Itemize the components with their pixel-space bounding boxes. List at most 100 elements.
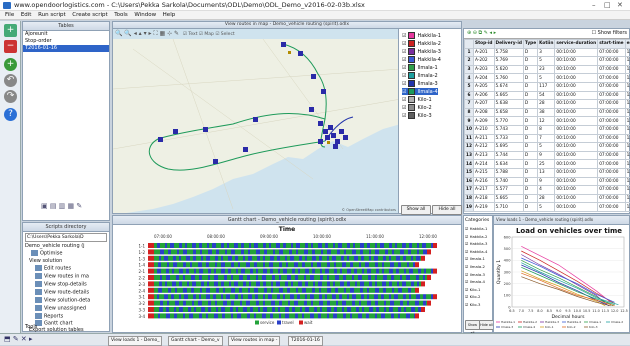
menu-file[interactable]: File (5, 11, 14, 20)
table-cell[interactable]: 12:00:00 (625, 143, 630, 152)
table-cell[interactable]: 00:10:00 (555, 203, 598, 212)
delete-table-icon[interactable]: − (4, 40, 17, 53)
table-cell[interactable]: A-201 (473, 48, 494, 57)
table-cell[interactable]: 00:10:00 (555, 125, 598, 134)
table-cell[interactable]: D (523, 57, 537, 66)
table-cell[interactable]: A-203 (473, 65, 494, 74)
table-cell[interactable]: 00:10:00 (555, 177, 598, 186)
category-checkbox[interactable]: ☑ Ilmala-3 (464, 271, 492, 279)
table-cell[interactable]: 07:00:00 (598, 48, 625, 57)
categories-hide-all-button[interactable]: Hide all (479, 320, 494, 330)
table-row[interactable]: 14A-2145.634D2500:10:0007:00:0012:00:00 (465, 160, 630, 169)
layer-visible-checkbox[interactable]: ☑ (402, 41, 406, 47)
table-cell[interactable]: 3 (465, 65, 474, 74)
table-cell[interactable]: 10 (465, 125, 474, 134)
table-row[interactable]: 9A-2095.770D1200:10:0007:00:0012:00:00 (465, 117, 630, 126)
category-checkbox[interactable]: ☑ Hakkila-1 (464, 225, 492, 233)
table-cell[interactable]: 00:10:00 (555, 82, 598, 91)
table-row[interactable]: 7A-2075.638D2800:10:0007:00:0012:00:00 (465, 100, 630, 109)
table-cell[interactable]: D (523, 143, 537, 152)
table-cell[interactable]: 12:00:00 (625, 168, 630, 177)
table-cell[interactable]: A-211 (473, 134, 494, 143)
gantt-chart[interactable]: 07:00:0008:00:0009:00:0010:00:0011:00:00… (113, 233, 461, 329)
table-cell[interactable]: 07:00:00 (598, 125, 625, 134)
gantt-row-bar[interactable] (148, 256, 425, 261)
table-cell[interactable]: 5.758 (494, 48, 523, 57)
table-cell[interactable]: D (523, 108, 537, 117)
column-header[interactable]: start-time (598, 40, 625, 49)
new-table-icon[interactable]: + (4, 24, 17, 37)
table-cell[interactable]: 5 (538, 203, 555, 212)
table-cell[interactable]: 00:10:00 (555, 151, 598, 160)
tree-optimise[interactable]: Optimise (31, 250, 62, 258)
tree-view-route-details[interactable]: View route-details (35, 289, 89, 297)
table-cell[interactable]: 4 (465, 74, 474, 83)
table-cell[interactable]: 12:00:00 (625, 108, 630, 117)
table-cell[interactable]: 07:00:00 (598, 168, 625, 177)
table-cell[interactable]: D (523, 151, 537, 160)
table-cell[interactable]: 17 (465, 186, 474, 195)
table-cell[interactable]: 00:10:00 (555, 168, 598, 177)
table-cell[interactable]: 12:00:00 (625, 100, 630, 109)
table-cell[interactable]: 00:10:00 (555, 100, 598, 109)
categories-show-all-button[interactable]: Show all (465, 320, 480, 330)
table-row[interactable]: 1A-2015.758D300:10:0007:00:0012:00:00 (465, 48, 630, 57)
table-cell[interactable]: D (523, 168, 537, 177)
layer-row[interactable]: ☑Kilo-2 (402, 104, 432, 111)
table-cell[interactable]: D (523, 186, 537, 195)
table-row[interactable]: 8A-2085.658D3800:10:0007:00:0012:00:00 (465, 108, 630, 117)
tree-view-unassigned[interactable]: View unassigned (35, 305, 86, 313)
tree-view-stop-details[interactable]: View stop-details (35, 281, 87, 289)
table-cell[interactable]: A-215 (473, 168, 494, 177)
stops-table[interactable]: Stop-idDelivery-idTypeKotiinservice-dura… (464, 39, 630, 212)
table-cell[interactable]: 12:00:00 (625, 160, 630, 169)
table-cell[interactable]: 5.665 (494, 91, 523, 100)
layer-visible-checkbox[interactable]: ☑ (402, 105, 406, 111)
table-cell[interactable]: 07:00:00 (598, 203, 625, 212)
layer-visible-checkbox[interactable]: ☑ (402, 89, 406, 95)
layer-row[interactable]: ☑Hakkila-1 (402, 32, 441, 39)
column-header[interactable]: Stop-id (473, 40, 494, 49)
table-cell[interactable]: 12:00:00 (625, 194, 630, 203)
table-cell[interactable]: 07:00:00 (598, 82, 625, 91)
table-cell[interactable]: 12:00:00 (625, 48, 630, 57)
table-cell[interactable]: D (523, 65, 537, 74)
table-cell[interactable]: 13 (538, 168, 555, 177)
menu-tools[interactable]: Tools (114, 11, 128, 20)
table-cell[interactable]: 5.638 (494, 100, 523, 109)
table-cell[interactable]: A-209 (473, 117, 494, 126)
table-cell[interactable]: A-202 (473, 57, 494, 66)
layer-row[interactable]: ☑Ilmala-2 (402, 72, 438, 79)
gantt-row-bar[interactable] (148, 307, 425, 312)
menu-run-script[interactable]: Run script (38, 11, 66, 20)
route-map[interactable]: 🔍 🔍 ◂ ▴ ▾ ▸ ⛶ ▦ ⊹ ✎ ☑ Text ☑ Map ☑ Selec… (112, 28, 400, 214)
table-cell[interactable]: 5 (538, 143, 555, 152)
table-row[interactable]: 18A-2185.665D2800:10:0007:00:0012:00:00 (465, 194, 630, 203)
table-cell[interactable]: 7 (538, 134, 555, 143)
table-cell[interactable]: 5.658 (494, 108, 523, 117)
table-cell[interactable]: D (523, 160, 537, 169)
table-cell[interactable]: 54 (538, 91, 555, 100)
tree-demo-vehicle-routing[interactable]: Demo_vehicle routing (j (25, 243, 85, 250)
table-cell[interactable]: 2 (465, 57, 474, 66)
table-cell[interactable]: 07:00:00 (598, 108, 625, 117)
table-cell[interactable]: A-212 (473, 143, 494, 152)
table-cell[interactable]: 117 (538, 82, 555, 91)
table-cell[interactable]: 12:00:00 (625, 151, 630, 160)
table-cell[interactable]: 5.769 (494, 57, 523, 66)
table-cell[interactable]: D (523, 177, 537, 186)
table-cell[interactable]: 00:10:00 (555, 91, 598, 100)
undo-icon[interactable]: ↶ (4, 74, 17, 87)
redo-icon[interactable]: ↷ (4, 90, 17, 103)
gantt-row-bar[interactable] (148, 288, 419, 293)
table-cell[interactable]: 5.620 (494, 65, 523, 74)
table-cell[interactable]: 12 (465, 143, 474, 152)
category-checkbox[interactable]: ☑ Ilmala-1 (464, 255, 492, 263)
menu-window[interactable]: Window (134, 11, 156, 20)
layers-show-all-button[interactable]: Show all (401, 205, 431, 215)
table-cell[interactable]: 9 (538, 177, 555, 186)
table-cell[interactable]: 00:10:00 (555, 143, 598, 152)
table-cell[interactable]: 07:00:00 (598, 177, 625, 186)
tree-edit-routes[interactable]: Edit routes (35, 265, 71, 273)
table-cell[interactable]: 12:00:00 (625, 186, 630, 195)
